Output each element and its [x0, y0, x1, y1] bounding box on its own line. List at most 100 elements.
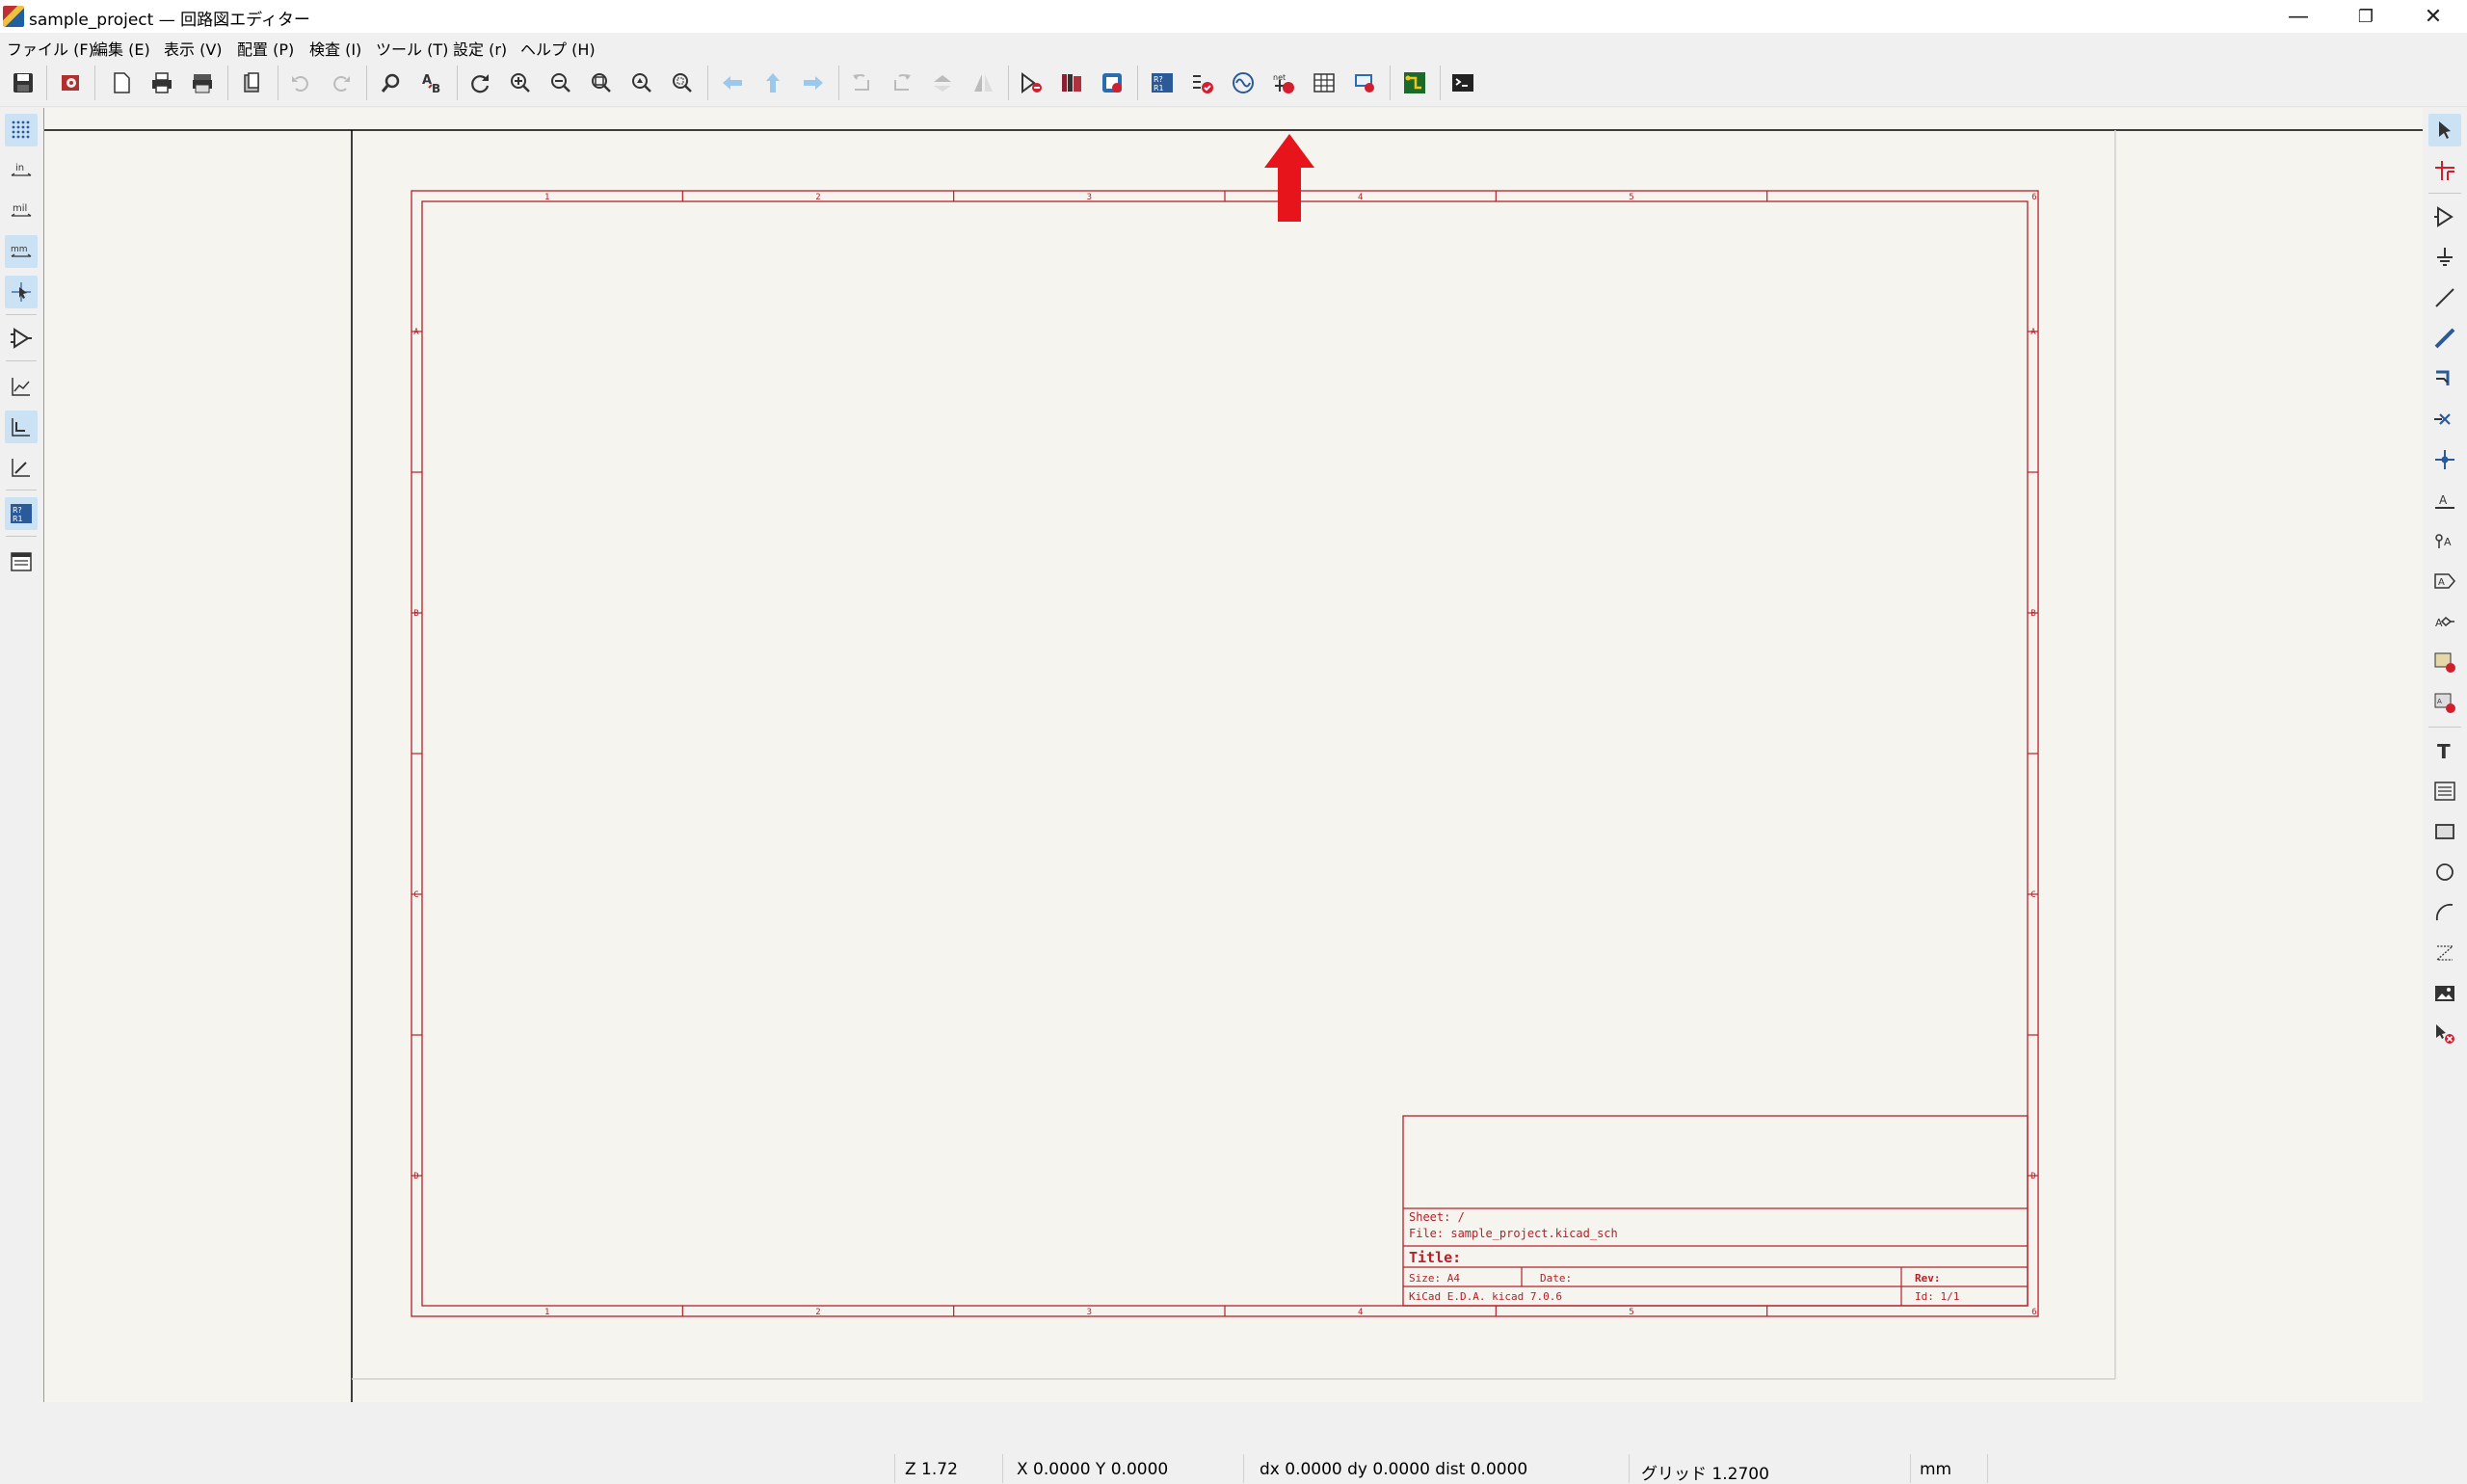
- sheet-outer-border: [411, 190, 2039, 1317]
- import-sheet-pin-icon[interactable]: A: [2428, 686, 2461, 719]
- add-netclass-flag-icon[interactable]: A: [2428, 524, 2461, 557]
- undo-icon[interactable]: [285, 67, 316, 98]
- add-hierarchical-label-icon[interactable]: A: [2428, 605, 2461, 638]
- add-text-icon[interactable]: T: [2428, 734, 2461, 767]
- menu-tools[interactable]: ツール (T): [376, 37, 448, 60]
- plot-icon[interactable]: [187, 67, 218, 98]
- svg-text:A: A: [2437, 698, 2442, 705]
- schematic-canvas[interactable]: 1 1 2 2 3 3 4 4 5 5 6 6 A A B B C C D D Sheet: / File: sampl…: [43, 108, 2423, 1402]
- sheet-id: Id: 1/1: [1915, 1290, 1959, 1303]
- add-textbox-icon[interactable]: [2428, 775, 2461, 808]
- row-label-right: A: [2030, 328, 2036, 337]
- units-mils-button[interactable]: mil: [5, 195, 38, 227]
- line-mode-45-icon[interactable]: [5, 451, 38, 484]
- menu-view[interactable]: 表示 (V): [164, 37, 223, 60]
- row-label-left: D: [413, 1172, 418, 1181]
- sheet-title: Title:: [1409, 1249, 1461, 1266]
- line-mode-free-icon[interactable]: [5, 370, 38, 403]
- menu-inspect[interactable]: 検査 (I): [309, 37, 361, 60]
- rotate-ccw-icon[interactable]: [846, 67, 877, 98]
- add-circle-icon[interactable]: [2428, 856, 2461, 888]
- scripting-console-icon[interactable]: [1447, 67, 1478, 98]
- close-button[interactable]: ✕: [2400, 0, 2467, 33]
- find-icon[interactable]: [376, 67, 407, 98]
- no-connect-icon[interactable]: [2428, 403, 2461, 436]
- annotation-display-icon[interactable]: R? R1: [5, 497, 38, 530]
- edit-fields-table-icon[interactable]: [1349, 67, 1380, 98]
- find-replace-icon[interactable]: AB: [416, 67, 447, 98]
- mirror-vertical-icon[interactable]: [927, 67, 958, 98]
- add-wire-icon[interactable]: [2428, 281, 2461, 314]
- simulator-icon[interactable]: [1228, 67, 1259, 98]
- units-inches-button[interactable]: in: [5, 154, 38, 187]
- sheet-path: Sheet: /: [1409, 1210, 1465, 1224]
- column-label-top: 5: [1629, 193, 1633, 202]
- svg-text:R?: R?: [13, 506, 22, 515]
- svg-text:R1: R1: [1154, 84, 1164, 93]
- add-bus-icon[interactable]: [2428, 322, 2461, 355]
- row-label-left: C: [413, 890, 418, 900]
- refresh-icon[interactable]: [464, 67, 495, 98]
- navigate-forward-icon[interactable]: [798, 67, 829, 98]
- add-symbol-icon[interactable]: [2428, 200, 2461, 233]
- column-label-top: 1: [544, 193, 549, 202]
- highlight-net-icon[interactable]: [2428, 154, 2461, 187]
- redo-icon[interactable]: [326, 67, 357, 98]
- zoom-fit-icon[interactable]: [586, 67, 617, 98]
- pcb-editor-icon[interactable]: [1399, 67, 1430, 98]
- erc-icon[interactable]: [1187, 67, 1218, 98]
- sheet-generator: KiCad E.D.A. kicad 7.0.6: [1409, 1290, 1562, 1303]
- bom-icon[interactable]: [1309, 67, 1340, 98]
- menu-edit[interactable]: 編集 (E): [93, 37, 150, 60]
- add-net-label-icon[interactable]: A: [2428, 484, 2461, 517]
- select-tool-icon[interactable]: [2428, 114, 2461, 146]
- hidden-pins-icon[interactable]: [5, 322, 38, 355]
- zoom-objects-icon[interactable]: [626, 67, 657, 98]
- sheet-rev: Rev:: [1915, 1272, 1941, 1285]
- menu-place[interactable]: 配置 (P): [237, 37, 294, 60]
- line-mode-90-icon[interactable]: [5, 411, 38, 443]
- menu-help[interactable]: ヘルプ (H): [520, 37, 596, 60]
- status-cursor-xy: X 0.0000 Y 0.0000: [1017, 1460, 1169, 1479]
- rotate-cw-icon[interactable]: [887, 67, 917, 98]
- units-mm-button[interactable]: mm: [5, 235, 38, 268]
- print-icon[interactable]: [146, 67, 177, 98]
- generate-netlist-icon[interactable]: net: [1268, 67, 1299, 98]
- delete-tool-icon[interactable]: [2428, 1018, 2461, 1050]
- navigate-up-icon[interactable]: [757, 67, 788, 98]
- properties-panel-icon[interactable]: [5, 545, 38, 578]
- units-mm-label: mm: [11, 245, 28, 254]
- add-lines-icon[interactable]: [2428, 937, 2461, 969]
- add-global-label-icon[interactable]: A: [2428, 565, 2461, 597]
- annotate-icon[interactable]: R? R1: [1147, 67, 1178, 98]
- add-rectangle-icon[interactable]: [2428, 815, 2461, 848]
- add-image-icon[interactable]: [2428, 977, 2461, 1010]
- column-label-bottom: 1: [544, 1308, 549, 1317]
- zoom-in-icon[interactable]: [505, 67, 536, 98]
- zoom-selection-icon[interactable]: [667, 67, 698, 98]
- add-hierarchical-sheet-icon[interactable]: [2428, 646, 2461, 678]
- grid-toggle-icon[interactable]: [5, 114, 38, 146]
- add-bus-entry-icon[interactable]: [2428, 362, 2461, 395]
- column-label-bottom: 6: [2031, 1308, 2036, 1317]
- add-junction-icon[interactable]: [2428, 443, 2461, 476]
- add-arc-icon[interactable]: [2428, 896, 2461, 929]
- save-icon[interactable]: [8, 67, 39, 98]
- restore-button[interactable]: ❐: [2332, 0, 2400, 33]
- navigate-back-icon[interactable]: [717, 67, 748, 98]
- minimize-button[interactable]: —: [2265, 0, 2332, 33]
- symbol-library-browser-icon[interactable]: [1056, 67, 1087, 98]
- cursor-fullscreen-icon[interactable]: [5, 276, 38, 308]
- page-settings-icon[interactable]: [106, 67, 137, 98]
- menu-file[interactable]: ファイル (F): [7, 37, 94, 60]
- mirror-horizontal-icon[interactable]: [968, 67, 998, 98]
- menu-preferences[interactable]: 設定 (r): [453, 37, 507, 60]
- footprint-assignment-icon[interactable]: [1097, 67, 1127, 98]
- schematic-setup-icon[interactable]: [56, 67, 87, 98]
- add-power-icon[interactable]: [2428, 241, 2461, 274]
- sheet-file-name: File: sample_project.kicad_sch: [1409, 1227, 1618, 1240]
- symbol-editor-icon[interactable]: [1016, 67, 1047, 98]
- paste-icon[interactable]: [237, 67, 268, 98]
- zoom-out-icon[interactable]: [545, 67, 576, 98]
- window-title: sample_project — 回路図エディター: [29, 11, 310, 30]
